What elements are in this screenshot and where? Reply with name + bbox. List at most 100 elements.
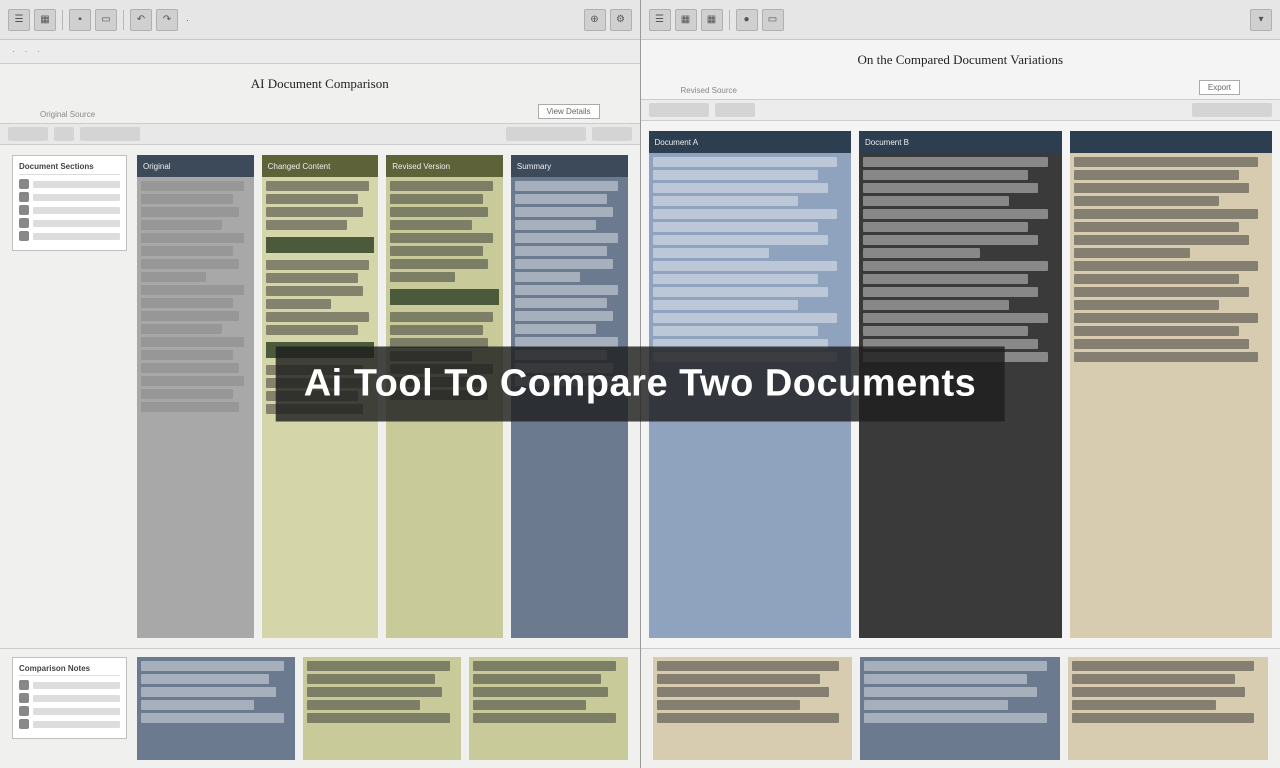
diff-row [863, 274, 1028, 284]
list-item[interactable] [19, 719, 120, 729]
diff-row [141, 402, 239, 412]
diff-row [863, 326, 1028, 336]
menu-icon[interactable]: ☰ [649, 9, 671, 31]
column-body[interactable] [1070, 153, 1273, 638]
settings-icon[interactable]: ⚙ [610, 9, 632, 31]
list-item-label [33, 708, 120, 715]
diff-row [141, 363, 239, 373]
column-header: Changed Content [262, 155, 379, 177]
chip[interactable] [80, 127, 140, 141]
diff-row [307, 661, 450, 671]
menu-icon[interactable]: ☰ [8, 9, 30, 31]
column-body[interactable] [137, 177, 254, 638]
right-bottom-columns [653, 657, 1269, 760]
diff-row [141, 661, 284, 671]
diff-row [863, 313, 1048, 323]
bottom-col[interactable] [469, 657, 627, 760]
print-icon[interactable]: ▭ [95, 9, 117, 31]
bottom-col[interactable] [303, 657, 461, 760]
diff-row [863, 170, 1028, 180]
list-item[interactable] [19, 693, 120, 703]
list-item[interactable] [19, 192, 120, 202]
diff-row [515, 207, 613, 217]
diff-row [266, 325, 358, 335]
list-item[interactable] [19, 179, 120, 189]
chip[interactable] [54, 127, 74, 141]
diff-row [390, 259, 488, 269]
diff-row [1074, 235, 1249, 245]
grid-icon[interactable]: ▦ [675, 9, 697, 31]
list-item[interactable] [19, 231, 120, 241]
diff-row [863, 222, 1028, 232]
diff-row [1074, 326, 1239, 336]
save-icon[interactable]: ▪ [69, 9, 91, 31]
diff-row [1072, 687, 1245, 697]
file-icon[interactable]: ▦ [34, 9, 56, 31]
left-ribbon: · · · [0, 40, 640, 64]
chip[interactable] [592, 127, 632, 141]
diff-row [515, 259, 613, 269]
bottom-col[interactable] [653, 657, 853, 760]
diff-row [266, 181, 369, 191]
diff-row [141, 389, 233, 399]
diff-row [515, 233, 618, 243]
ribbon-tab[interactable]: · [25, 47, 28, 56]
left-secondary-bar [0, 123, 640, 145]
section-divider [390, 289, 499, 305]
bullet-icon [19, 179, 29, 189]
diff-row [473, 674, 601, 684]
diff-row [1074, 222, 1239, 232]
diff-row [141, 194, 233, 204]
diff-row [141, 376, 244, 386]
diff-row [141, 220, 222, 230]
diff-row [141, 207, 239, 217]
sidebar-group-title: Comparison Notes [19, 664, 120, 676]
right-meta-button[interactable]: Export [1199, 80, 1240, 95]
list-item-label [33, 194, 120, 201]
chip[interactable] [506, 127, 586, 141]
diff-row [653, 300, 799, 310]
bottom-col[interactable] [1068, 657, 1268, 760]
diff-row [657, 687, 830, 697]
ribbon-tab[interactable]: · [37, 47, 40, 56]
circle-icon[interactable]: ● [736, 9, 758, 31]
undo-icon[interactable]: ↶ [130, 9, 152, 31]
diff-row [657, 674, 820, 684]
bottom-col[interactable] [137, 657, 295, 760]
bottom-col[interactable] [860, 657, 1060, 760]
chip[interactable] [1192, 103, 1272, 117]
diff-row [515, 298, 607, 308]
left-sidebar: Document Sections [12, 155, 127, 638]
list-item[interactable] [19, 218, 120, 228]
redo-icon[interactable]: ↷ [156, 9, 178, 31]
diff-row [864, 674, 1027, 684]
diff-row [1074, 300, 1220, 310]
bullet-icon [19, 218, 29, 228]
bottom-sidebar: Comparison Notes [12, 657, 127, 760]
diff-row [1072, 674, 1235, 684]
diff-row [863, 183, 1038, 193]
box-icon[interactable]: ▭ [762, 9, 784, 31]
diff-row [653, 157, 838, 167]
zoom-icon[interactable]: ⊕ [584, 9, 606, 31]
left-meta-button[interactable]: View Details [538, 104, 600, 119]
grid-icon[interactable]: ▦ [701, 9, 723, 31]
list-item[interactable] [19, 205, 120, 215]
diff-row [1074, 261, 1259, 271]
chip[interactable] [649, 103, 709, 117]
bullet-icon [19, 706, 29, 716]
diff-row [653, 235, 828, 245]
diff-row [1074, 157, 1259, 167]
chip[interactable] [8, 127, 48, 141]
chevron-down-icon[interactable]: ▾ [1250, 9, 1272, 31]
chip[interactable] [715, 103, 755, 117]
diff-row [390, 181, 493, 191]
diff-row [141, 233, 244, 243]
ribbon-tab[interactable]: · [12, 47, 15, 56]
diff-row [657, 661, 839, 671]
diff-row [141, 272, 206, 282]
diff-row [390, 207, 488, 217]
sidebar-group-1: Document Sections [12, 155, 127, 251]
list-item[interactable] [19, 706, 120, 716]
list-item[interactable] [19, 680, 120, 690]
